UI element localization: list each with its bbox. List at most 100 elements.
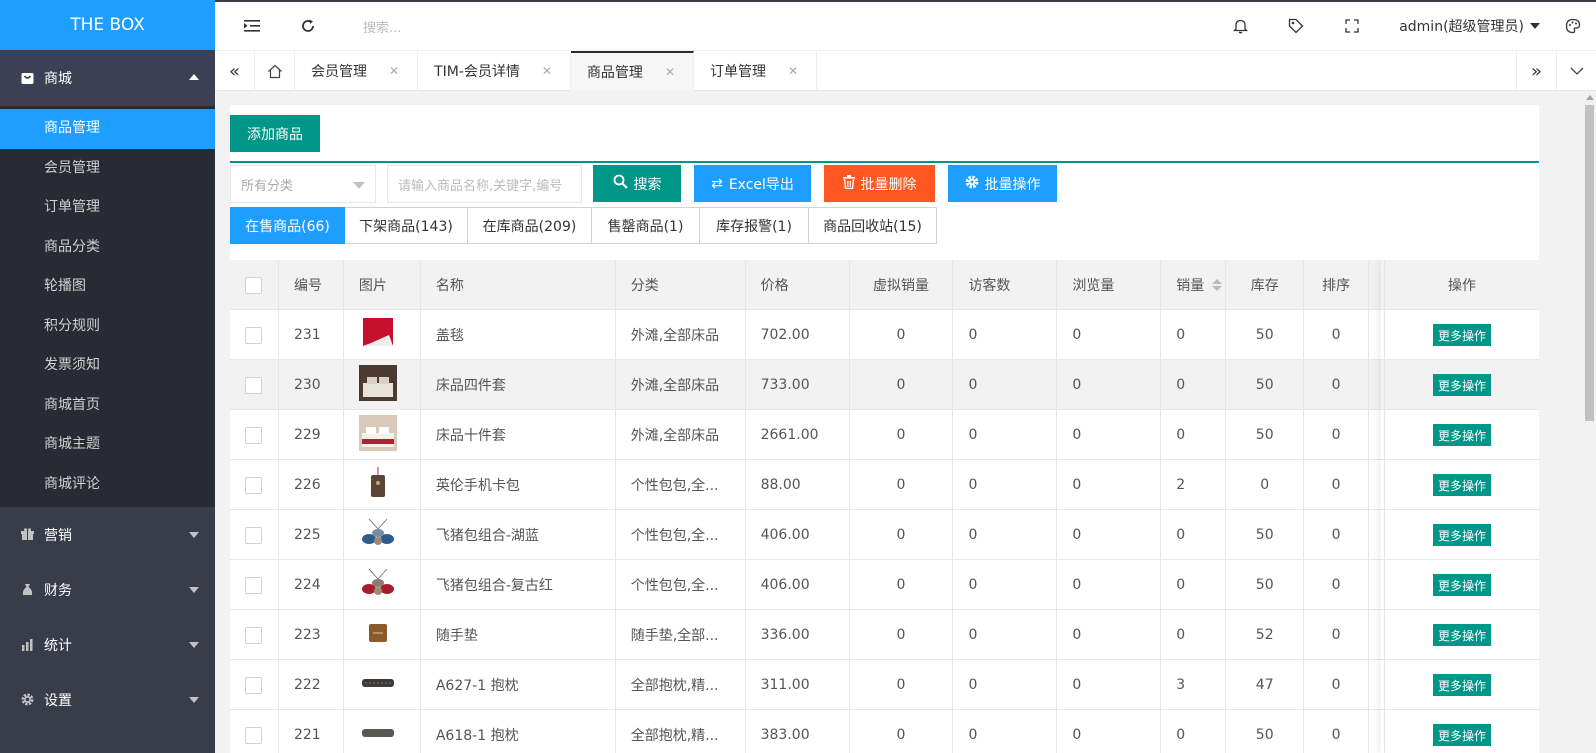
filter-tab-recycle-bin[interactable]: 商品回收站(15) <box>809 207 937 244</box>
row-checkbox[interactable] <box>245 476 263 494</box>
user-menu[interactable]: admin(超级管理员) <box>1399 16 1524 36</box>
more-actions-button[interactable]: 更多操作 <box>1433 474 1492 496</box>
menu-fold-icon[interactable] <box>243 17 261 35</box>
tab-order-management[interactable]: 订单管理 ✕ <box>694 51 818 91</box>
price-cell: 383.00 <box>746 710 850 753</box>
filter-tab-off-shelf[interactable]: 下架商品(143) <box>345 207 468 244</box>
home-icon[interactable] <box>255 51 295 91</box>
row-checkbox[interactable] <box>245 526 263 544</box>
fullscreen-icon[interactable] <box>1343 17 1361 35</box>
tab-member-management[interactable]: 会员管理 ✕ <box>295 51 419 91</box>
product-thumbnail[interactable] <box>359 315 397 355</box>
scroll-left-icon[interactable]: « <box>215 51 255 91</box>
sidebar-item-product-management[interactable]: 商品管理 <box>0 109 215 149</box>
row-checkbox[interactable] <box>245 726 263 744</box>
table-row[interactable]: 224 飞猪包组合-复古红 个性包包,全... 406.00 0 0 0 0 50 0 更多操作 <box>230 560 1539 610</box>
add-product-button[interactable]: 添加商品 <box>230 115 320 152</box>
image-cell <box>344 560 421 610</box>
chevron-down-icon[interactable] <box>1556 51 1596 91</box>
product-thumbnail[interactable] <box>358 415 397 455</box>
table-row[interactable]: 225 飞猪包组合-湖蓝 个性包包,全... 406.00 0 0 0 0 50 0 更多操作 <box>230 510 1539 560</box>
filter-tab-on-sale[interactable]: 在售商品(66) <box>230 207 345 244</box>
table-row[interactable]: 231 盖毯 外滩,全部床品 702.00 0 0 0 0 50 0 更多操作 <box>230 310 1539 360</box>
more-actions-button[interactable]: 更多操作 <box>1433 724 1492 746</box>
product-thumbnail[interactable] <box>359 565 397 605</box>
sidebar-item-order-management[interactable]: 订单管理 <box>0 188 215 228</box>
category-select[interactable]: 所有分类 <box>230 165 376 203</box>
column-header[interactable]: 编号 <box>279 260 344 310</box>
scroll-right-icon[interactable]: » <box>1516 51 1556 91</box>
batch-delete-button[interactable]: 批量删除 <box>824 165 935 202</box>
sales-cell: 2 <box>1161 460 1227 510</box>
more-actions-button[interactable]: 更多操作 <box>1433 424 1492 446</box>
tag-icon[interactable] <box>1287 17 1305 35</box>
tab-product-management[interactable]: 商品管理 ✕ <box>570 51 694 91</box>
nav-group-marketing[interactable]: 营销 <box>0 507 215 562</box>
sidebar-item-shop-theme[interactable]: 商城主题 <box>0 425 215 465</box>
bell-icon[interactable] <box>1231 17 1249 35</box>
theme-palette-icon[interactable] <box>1564 17 1582 35</box>
sidebar-item-product-category[interactable]: 商品分类 <box>0 228 215 268</box>
product-thumbnail[interactable] <box>358 365 397 405</box>
row-checkbox[interactable] <box>245 626 263 644</box>
product-thumbnail[interactable] <box>359 465 397 505</box>
sidebar-item-member-management[interactable]: 会员管理 <box>0 149 215 189</box>
select-all-checkbox[interactable] <box>245 276 263 294</box>
nav-group-finance[interactable]: 财务 <box>0 562 215 617</box>
table-row[interactable]: 221 A618-1 抱枕 全部抱枕,精... 383.00 0 0 0 0 50 0 更多操作 <box>230 710 1539 753</box>
logo[interactable]: THE BOX <box>0 0 215 50</box>
keyword-input[interactable]: 请输入商品名称,关键字,编号 <box>387 165 582 203</box>
row-checkbox[interactable] <box>245 426 263 444</box>
close-icon[interactable]: ✕ <box>665 65 675 79</box>
product-thumbnail[interactable] <box>359 715 397 753</box>
filter-tab-stock-alert[interactable]: 库存报警(1) <box>700 207 809 244</box>
visitors-cell: 0 <box>953 560 1058 610</box>
product-table: 编号 图片 名称 分类 价格 虚拟销量 访客数 浏览量 销量 库存 排序 操作 … <box>230 260 1539 753</box>
more-actions-button[interactable]: 更多操作 <box>1433 324 1492 346</box>
close-icon[interactable]: ✕ <box>788 64 798 78</box>
scroll-up-icon[interactable] <box>1586 95 1594 100</box>
table-row[interactable]: 222 A627-1 抱枕 全部抱枕,精... 311.00 0 0 0 3 47 0 更多操作 <box>230 660 1539 710</box>
sidebar-item-shop-home[interactable]: 商城首页 <box>0 386 215 426</box>
table-row[interactable]: 226 英伦手机卡包 个性包包,全... 88.00 0 0 0 2 0 0 更多操作 <box>230 460 1539 510</box>
batch-operation-button[interactable]: 批量操作 <box>948 165 1057 202</box>
table-row[interactable]: 229 床品十件套 外滩,全部床品 2661.00 0 0 0 0 50 0 更多操作 <box>230 410 1539 460</box>
product-thumbnail[interactable] <box>359 665 397 705</box>
nav-group-statistics[interactable]: 统计 <box>0 617 215 672</box>
chevron-down-icon[interactable] <box>1530 23 1540 29</box>
close-icon[interactable]: ✕ <box>389 64 399 78</box>
refresh-icon[interactable] <box>299 17 317 35</box>
nav-group-shop[interactable]: 商城 <box>0 50 215 106</box>
more-actions-button[interactable]: 更多操作 <box>1433 524 1492 546</box>
sidebar-item-invoice-notice[interactable]: 发票须知 <box>0 346 215 386</box>
search-button[interactable]: 搜索 <box>593 165 681 202</box>
sidebar-item-points-rules[interactable]: 积分规则 <box>0 307 215 347</box>
sort-icon[interactable] <box>1212 279 1223 291</box>
sidebar-item-shop-reviews[interactable]: 商城评论 <box>0 465 215 505</box>
sales-column-header[interactable]: 销量 <box>1161 260 1227 310</box>
more-actions-button[interactable]: 更多操作 <box>1433 374 1492 396</box>
row-checkbox[interactable] <box>245 326 263 344</box>
table-row[interactable]: 223 随手垫 随手垫,全部... 336.00 0 0 0 0 52 0 更多操作 <box>230 610 1539 660</box>
product-thumbnail[interactable] <box>359 515 397 555</box>
close-icon[interactable]: ✕ <box>542 64 552 78</box>
tab-tim-member-detail[interactable]: TIM-会员详情 ✕ <box>418 51 571 91</box>
page-scrollbar[interactable] <box>1583 91 1596 753</box>
more-actions-button[interactable]: 更多操作 <box>1433 674 1492 696</box>
sidebar-item-carousel[interactable]: 轮播图 <box>0 267 215 307</box>
scrollbar-thumb[interactable] <box>1585 105 1594 421</box>
row-checkbox[interactable] <box>245 676 263 694</box>
excel-export-button[interactable]: ⇄ Excel导出 <box>694 165 811 202</box>
more-actions-button[interactable]: 更多操作 <box>1433 574 1492 596</box>
row-checkbox[interactable] <box>245 576 263 594</box>
nav-group-settings[interactable]: 设置 <box>0 672 215 727</box>
more-actions-button[interactable]: 更多操作 <box>1433 624 1492 646</box>
image-cell <box>344 710 421 753</box>
search-input[interactable]: 搜索... <box>363 17 401 36</box>
filter-tab-sold-out[interactable]: 售罄商品(1) <box>592 207 700 244</box>
category-cell: 外滩,全部床品 <box>616 410 746 460</box>
row-checkbox[interactable] <box>245 376 263 394</box>
filter-tab-in-stock[interactable]: 在库商品(209) <box>468 207 592 244</box>
product-thumbnail[interactable] <box>359 615 397 655</box>
table-row[interactable]: 230 床品四件套 外滩,全部床品 733.00 0 0 0 0 50 0 更多操作 <box>230 360 1539 410</box>
